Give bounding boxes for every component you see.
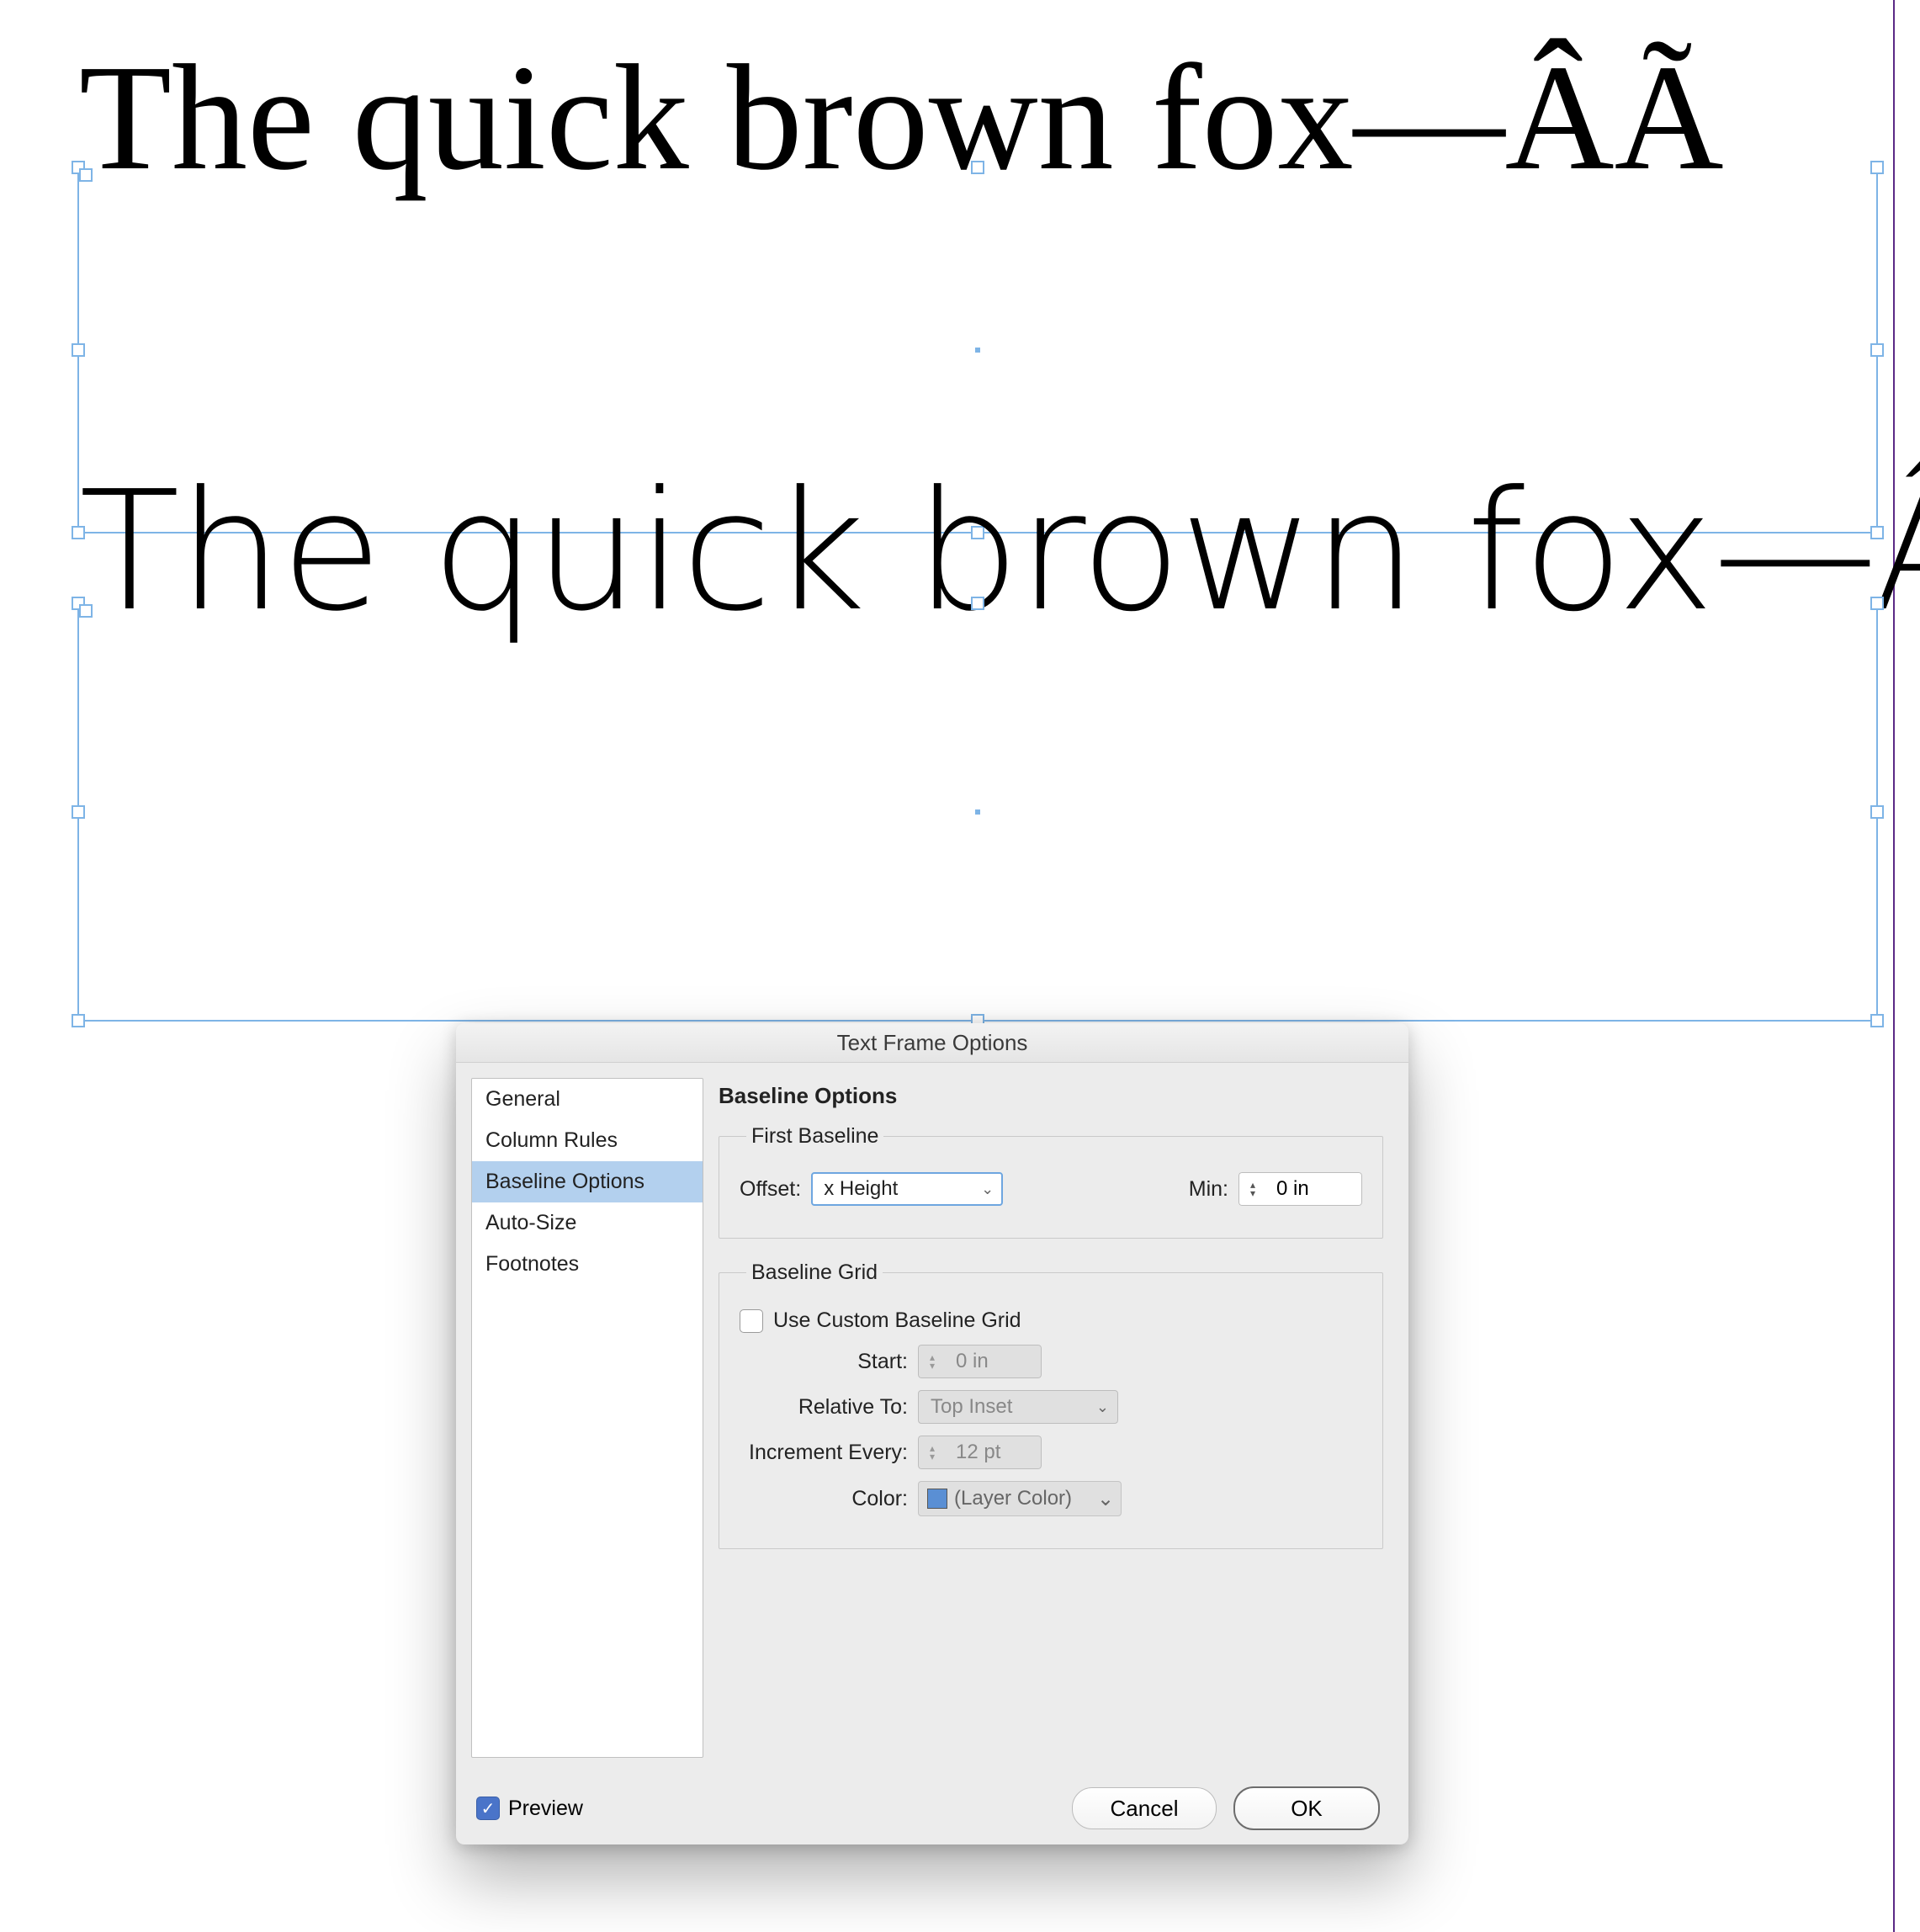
sample-text-sans: The quick brown fox—ÂÃ bbox=[79, 470, 1920, 634]
start-label: Start: bbox=[740, 1350, 908, 1374]
frame-center-point-icon bbox=[975, 809, 980, 815]
increment-label: Increment Every: bbox=[740, 1441, 908, 1465]
color-value: (Layer Color) bbox=[954, 1487, 1072, 1510]
text-frame-sans[interactable]: The quick brown fox—ÂÃ bbox=[77, 604, 1878, 1022]
resize-handle-icon[interactable] bbox=[1870, 1014, 1884, 1027]
cancel-button[interactable]: Cancel bbox=[1072, 1787, 1217, 1829]
tab-footnotes[interactable]: Footnotes bbox=[472, 1244, 703, 1285]
chevron-down-icon: ⌄ bbox=[981, 1181, 994, 1198]
preview-checkbox[interactable]: ✓ Preview bbox=[476, 1797, 583, 1821]
start-value: 0 in bbox=[946, 1345, 1042, 1378]
resize-handle-icon[interactable] bbox=[1870, 597, 1884, 610]
increment-value: 12 pt bbox=[946, 1436, 1042, 1469]
color-swatch-icon bbox=[927, 1489, 947, 1509]
resize-handle-icon[interactable] bbox=[1870, 805, 1884, 819]
chevron-down-icon: ⌄ bbox=[1096, 1399, 1109, 1416]
baseline-grid-legend: Baseline Grid bbox=[746, 1261, 883, 1285]
min-stepper[interactable]: ▴▾ bbox=[1238, 1172, 1362, 1206]
relative-to-select: Top Inset ⌄ bbox=[918, 1390, 1118, 1424]
ok-button-label: OK bbox=[1291, 1796, 1323, 1822]
first-baseline-group: First Baseline Offset: x Height ⌄ Min: ▴… bbox=[719, 1124, 1383, 1239]
vertical-guide bbox=[1893, 0, 1895, 1932]
text-frame-options-dialog: Text Frame Options General Column Rules … bbox=[456, 1023, 1408, 1844]
dialog-content: Baseline Options First Baseline Offset: … bbox=[710, 1063, 1408, 1773]
cancel-button-label: Cancel bbox=[1111, 1796, 1179, 1822]
min-input[interactable] bbox=[1266, 1172, 1362, 1206]
ok-button[interactable]: OK bbox=[1233, 1786, 1380, 1830]
dialog-footer: ✓ Preview Cancel OK bbox=[456, 1772, 1408, 1844]
resize-handle-icon[interactable] bbox=[971, 161, 984, 174]
frame-center-point-icon bbox=[975, 348, 980, 353]
dialog-tabs-sidebar: General Column Rules Baseline Options Au… bbox=[471, 1078, 703, 1758]
chevron-down-icon: ⌄ bbox=[1097, 1487, 1114, 1511]
start-stepper: ▴▾ 0 in bbox=[918, 1345, 1042, 1378]
tab-general[interactable]: General bbox=[472, 1079, 703, 1120]
offset-select-value: x Height bbox=[824, 1177, 898, 1201]
color-label: Color: bbox=[740, 1487, 908, 1511]
stepper-arrows-icon: ▴▾ bbox=[918, 1345, 946, 1378]
increment-stepper: ▴▾ 12 pt bbox=[918, 1436, 1042, 1469]
min-label: Min: bbox=[1189, 1177, 1228, 1202]
use-custom-baseline-grid-checkbox[interactable]: Use Custom Baseline Grid bbox=[740, 1308, 1021, 1333]
resize-handle-icon[interactable] bbox=[72, 597, 85, 610]
sample-text-serif: The quick brown fox—ÂÃ bbox=[79, 42, 1724, 194]
offset-select[interactable]: x Height ⌄ bbox=[811, 1172, 1003, 1206]
stepper-arrows-icon: ▴▾ bbox=[918, 1436, 946, 1469]
stepper-arrows-icon[interactable]: ▴▾ bbox=[1238, 1172, 1266, 1206]
relative-to-value: Top Inset bbox=[931, 1395, 1012, 1419]
resize-handle-icon[interactable] bbox=[1870, 343, 1884, 357]
preview-label: Preview bbox=[508, 1797, 583, 1821]
use-custom-label: Use Custom Baseline Grid bbox=[773, 1308, 1021, 1333]
relative-to-label: Relative To: bbox=[740, 1395, 908, 1420]
checkbox-icon bbox=[740, 1309, 763, 1333]
resize-handle-icon[interactable] bbox=[971, 597, 984, 610]
resize-handle-icon[interactable] bbox=[1870, 161, 1884, 174]
section-title: Baseline Options bbox=[719, 1083, 1383, 1109]
dialog-title: Text Frame Options bbox=[456, 1023, 1408, 1063]
resize-handle-icon[interactable] bbox=[72, 343, 85, 357]
resize-handle-icon[interactable] bbox=[72, 1014, 85, 1027]
tab-auto-size[interactable]: Auto-Size bbox=[472, 1202, 703, 1244]
baseline-grid-group: Baseline Grid Use Custom Baseline Grid S… bbox=[719, 1261, 1383, 1549]
first-baseline-legend: First Baseline bbox=[746, 1124, 883, 1149]
checkbox-checked-icon: ✓ bbox=[476, 1797, 500, 1820]
resize-handle-icon[interactable] bbox=[72, 805, 85, 819]
resize-handle-icon[interactable] bbox=[72, 161, 85, 174]
tab-column-rules[interactable]: Column Rules bbox=[472, 1120, 703, 1161]
color-select: (Layer Color) ⌄ bbox=[918, 1481, 1122, 1516]
tab-baseline-options[interactable]: Baseline Options bbox=[472, 1161, 703, 1202]
offset-label: Offset: bbox=[740, 1177, 801, 1202]
